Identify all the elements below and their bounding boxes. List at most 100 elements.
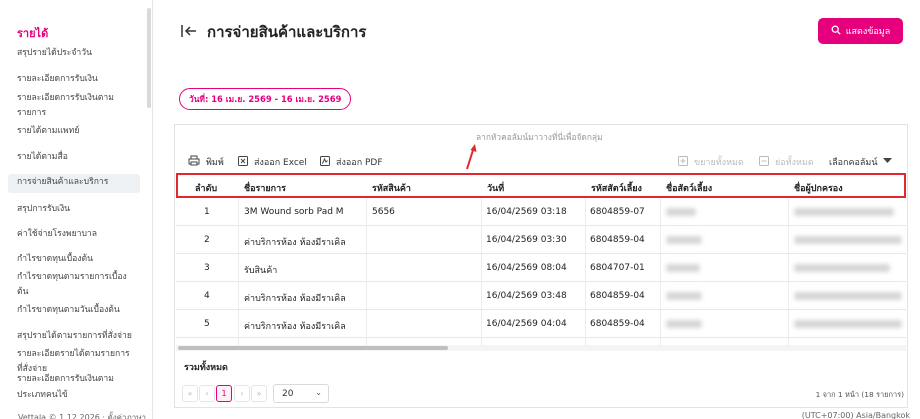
sidebar-item-hospital-expenses[interactable]: ค่าใช้จ่ายโรงพยาบาล [17, 227, 142, 242]
cell-no: 4 [204, 291, 210, 301]
redacted-pet-name [666, 292, 702, 300]
redacted-pet-name [666, 236, 702, 244]
table-row[interactable]: 4 ค่าบริการห้อง ห้องมีราเคิล 16/04/2569 … [176, 282, 906, 310]
print-button[interactable]: พิมพ์ [188, 155, 224, 169]
cell-date: 16/04/2569 08:04 [486, 263, 567, 273]
show-data-button[interactable]: แสดงข้อมูล [818, 18, 903, 44]
redacted-owner-name [794, 208, 894, 216]
cell-date: 16/04/2569 03:30 [486, 235, 567, 245]
cell-pet-code: 6804859-07 [590, 207, 645, 217]
cell-no: 1 [204, 207, 210, 217]
table-row[interactable]: 1 3M Wound sorb Pad M 5656 16/04/2569 03… [176, 198, 906, 226]
sidebar-item-payment-detail[interactable]: รายละเอียดการรับเงิน [17, 72, 142, 87]
page-size-select[interactable]: 20 ⌄ [273, 384, 329, 403]
column-header-pet-name[interactable]: ชื่อสัตว์เลี้ยง [666, 181, 712, 195]
excel-icon [238, 155, 248, 169]
table-row[interactable]: 2 ค่าบริการห้อง ห้องมีราเคิล 16/04/2569 … [176, 226, 906, 254]
sidebar: รายได้ สรุปรายได้ประจำวัน รายละเอียดการร… [0, 0, 153, 419]
export-pdf-button[interactable]: ส่งออก PDF [320, 155, 383, 169]
printer-icon [188, 155, 200, 169]
sidebar-item-payment-by-patient-type-cont[interactable]: ประเภทคนไข้ [17, 388, 142, 403]
group-panel-hint[interactable]: ลากหัวคอลัมน์มาวางที่นี่เพื่อจัดกลุ่ม [476, 130, 603, 144]
first-page-button[interactable]: « [182, 385, 198, 402]
redacted-pet-name [666, 264, 700, 272]
column-header-item-name[interactable]: ชื่อรายการ [244, 181, 286, 195]
date-range-chip[interactable]: วันที่: 16 เม.ย. 2569 - 16 เม.ย. 2569 [179, 88, 352, 110]
column-chooser-label: เลือกคอลัมน์ [829, 158, 878, 168]
table-row[interactable]: 3 รับสินค้า 16/04/2569 08:04 6804707-01 [176, 254, 906, 282]
column-header-date[interactable]: วันที่ [487, 181, 504, 195]
cell-date: 16/04/2569 03:48 [486, 291, 567, 301]
sidebar-item-profit-loss-by-day[interactable]: กำไรขาดทุนตามวันเบื้องต้น [17, 303, 142, 318]
page-button-current[interactable]: 1 [216, 385, 232, 402]
search-icon [831, 25, 841, 38]
sidebar-item-payment-by-patient-type[interactable]: รายละเอียดการรับเงินตาม [17, 372, 142, 387]
page-title: การจ่ายสินค้าและบริการ [207, 23, 367, 41]
column-chooser-button[interactable]: เลือกคอลัมน์ [829, 155, 893, 169]
collapse-all-button[interactable]: ย่อทั้งหมด [759, 155, 814, 169]
cell-item-name: 3M Wound sorb Pad M [244, 207, 344, 217]
sidebar-item-revenue-by-ordered-item[interactable]: สรุปรายได้ตามรายการที่สั่งจ่าย [17, 329, 142, 344]
cell-date: 16/04/2569 04:04 [486, 319, 567, 329]
redacted-owner-name [794, 320, 902, 328]
sidebar-item-daily-summary[interactable]: สรุปรายได้ประจำวัน [17, 46, 142, 61]
redacted-owner-name [794, 236, 902, 244]
sidebar-item-goods-services[interactable]: การจ่ายสินค้าและบริการ [8, 174, 140, 193]
sidebar-item-payment-detail-by-item-cont[interactable]: รายการ [17, 106, 142, 121]
sidebar-item-revenue-by-media[interactable]: รายได้ตามสื่อ [17, 150, 142, 165]
expand-all-label: ขยายทั้งหมด [694, 158, 744, 168]
page-info: 1 จาก 1 หน้า (18 รายการ) [815, 390, 904, 399]
redacted-owner-name [794, 292, 902, 300]
export-excel-button[interactable]: ส่งออก Excel [238, 155, 307, 169]
show-data-label: แสดงข้อมูล [845, 27, 891, 37]
cell-product-code: 5656 [372, 207, 395, 217]
sidebar-item-payment-summary[interactable]: สรุปการรับเงิน [17, 202, 142, 217]
column-header-pet-code[interactable]: รหัสสัตว์เลี้ยง [591, 181, 642, 195]
app-footer: Vettala © 1.12.2026 · ตั้งค่าภาษาไทย [18, 413, 146, 419]
cell-no: 5 [204, 319, 210, 329]
summary-total-label: รวมทั้งหมด [184, 363, 228, 373]
pdf-icon [320, 155, 330, 169]
sidebar-item-revenue-by-doctor[interactable]: รายได้ตามแพทย์ [17, 124, 142, 139]
expand-all-button[interactable]: ขยายทั้งหมด [678, 155, 744, 169]
cell-item-name: ค่าบริการห้อง ห้องมีราเคิล [244, 322, 346, 332]
export-pdf-label: ส่งออก PDF [336, 158, 383, 168]
column-header-product-code[interactable]: รหัสสินค้า [372, 181, 411, 195]
cell-no: 3 [204, 263, 210, 273]
prev-page-button[interactable]: ‹ [199, 385, 215, 402]
expand-icon [678, 155, 688, 169]
sidebar-item-profit-loss-by-item-cont[interactable]: ต้น [17, 285, 142, 300]
cell-pet-code: 6804859-04 [590, 319, 645, 329]
cell-item-name: ค่าบริการห้อง ห้องมีราเคิล [244, 294, 346, 304]
annotation-arrow-icon [464, 143, 478, 174]
sidebar-item-payment-detail-by-item[interactable]: รายละเอียดการรับเงินตาม [17, 91, 142, 106]
timezone-label: (UTC+07:00) Asia/Bangkok [801, 411, 910, 419]
table-row[interactable]: 5 ค่าบริการห้อง ห้องมีราเคิล 16/04/2569 … [176, 310, 906, 338]
cell-no: 2 [204, 235, 210, 245]
grid-header-row: ลำดับ ชื่อรายการ รหัสสินค้า วันที่ รหัสส… [176, 173, 906, 198]
redacted-pet-name [666, 208, 696, 216]
cell-pet-code: 6804859-04 [590, 235, 645, 245]
redacted-owner-name [794, 264, 890, 272]
column-header-no[interactable]: ลำดับ [195, 181, 217, 195]
caret-down-icon [883, 157, 893, 167]
sidebar-scrollbar[interactable] [147, 8, 151, 108]
horizontal-scrollbar[interactable] [178, 346, 448, 350]
cell-pet-code: 6804707-01 [590, 263, 645, 273]
sidebar-item-basic-profit-loss[interactable]: กำไรขาดทุนเบื้องต้น [17, 252, 142, 267]
collapse-icon [759, 155, 769, 169]
sidebar-item-profit-loss-by-item[interactable]: กำไรขาดทุนตามรายการเบื้อง [17, 270, 142, 285]
cell-item-name: ค่าบริการห้อง ห้องมีราเคิล [244, 238, 346, 248]
sidebar-item-revenue-detail-by-ordered[interactable]: รายละเอียดรายได้ตามรายการ [17, 347, 142, 362]
last-page-button[interactable]: » [251, 385, 267, 402]
next-page-button[interactable]: › [234, 385, 250, 402]
collapse-all-label: ย่อทั้งหมด [775, 158, 814, 168]
sidebar-title: รายได้ [17, 27, 49, 40]
export-excel-label: ส่งออก Excel [254, 158, 307, 168]
cell-date: 16/04/2569 03:18 [486, 207, 567, 217]
back-arrow-icon[interactable] [180, 22, 198, 40]
page-size-value: 20 [282, 388, 294, 399]
cell-item-name: รับสินค้า [244, 266, 278, 276]
redacted-pet-name [666, 320, 702, 328]
column-header-owner-name[interactable]: ชื่อผู้ปกครอง [794, 181, 843, 195]
